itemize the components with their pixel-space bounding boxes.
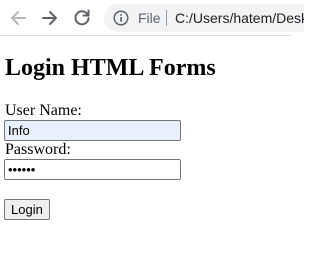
url-text[interactable]: C:/Users/hatem/Desktop/login.html [175,10,304,26]
forward-button[interactable] [39,7,61,29]
login-form: User Name: Password: Login [4,102,290,220]
username-input[interactable] [4,120,181,141]
browser-toolbar: File C:/Users/hatem/Desktop/login.html [0,0,304,36]
password-input[interactable] [4,159,181,180]
address-bar[interactable]: File C:/Users/hatem/Desktop/login.html [104,4,304,32]
arrow-right-icon [42,11,57,25]
reload-button[interactable] [71,7,93,29]
reload-icon [74,9,90,26]
username-label: User Name: [5,102,82,119]
page-title: Login HTML Forms [5,55,216,81]
arrow-left-icon [11,11,26,25]
site-scheme-label: File [138,10,161,26]
password-label: Password: [5,141,71,158]
address-divider [166,10,167,26]
login-button[interactable]: Login [4,199,50,220]
info-icon[interactable] [113,10,129,26]
back-button[interactable] [7,7,29,29]
page-content: Login HTML Forms User Name: Password: Lo… [4,52,290,220]
